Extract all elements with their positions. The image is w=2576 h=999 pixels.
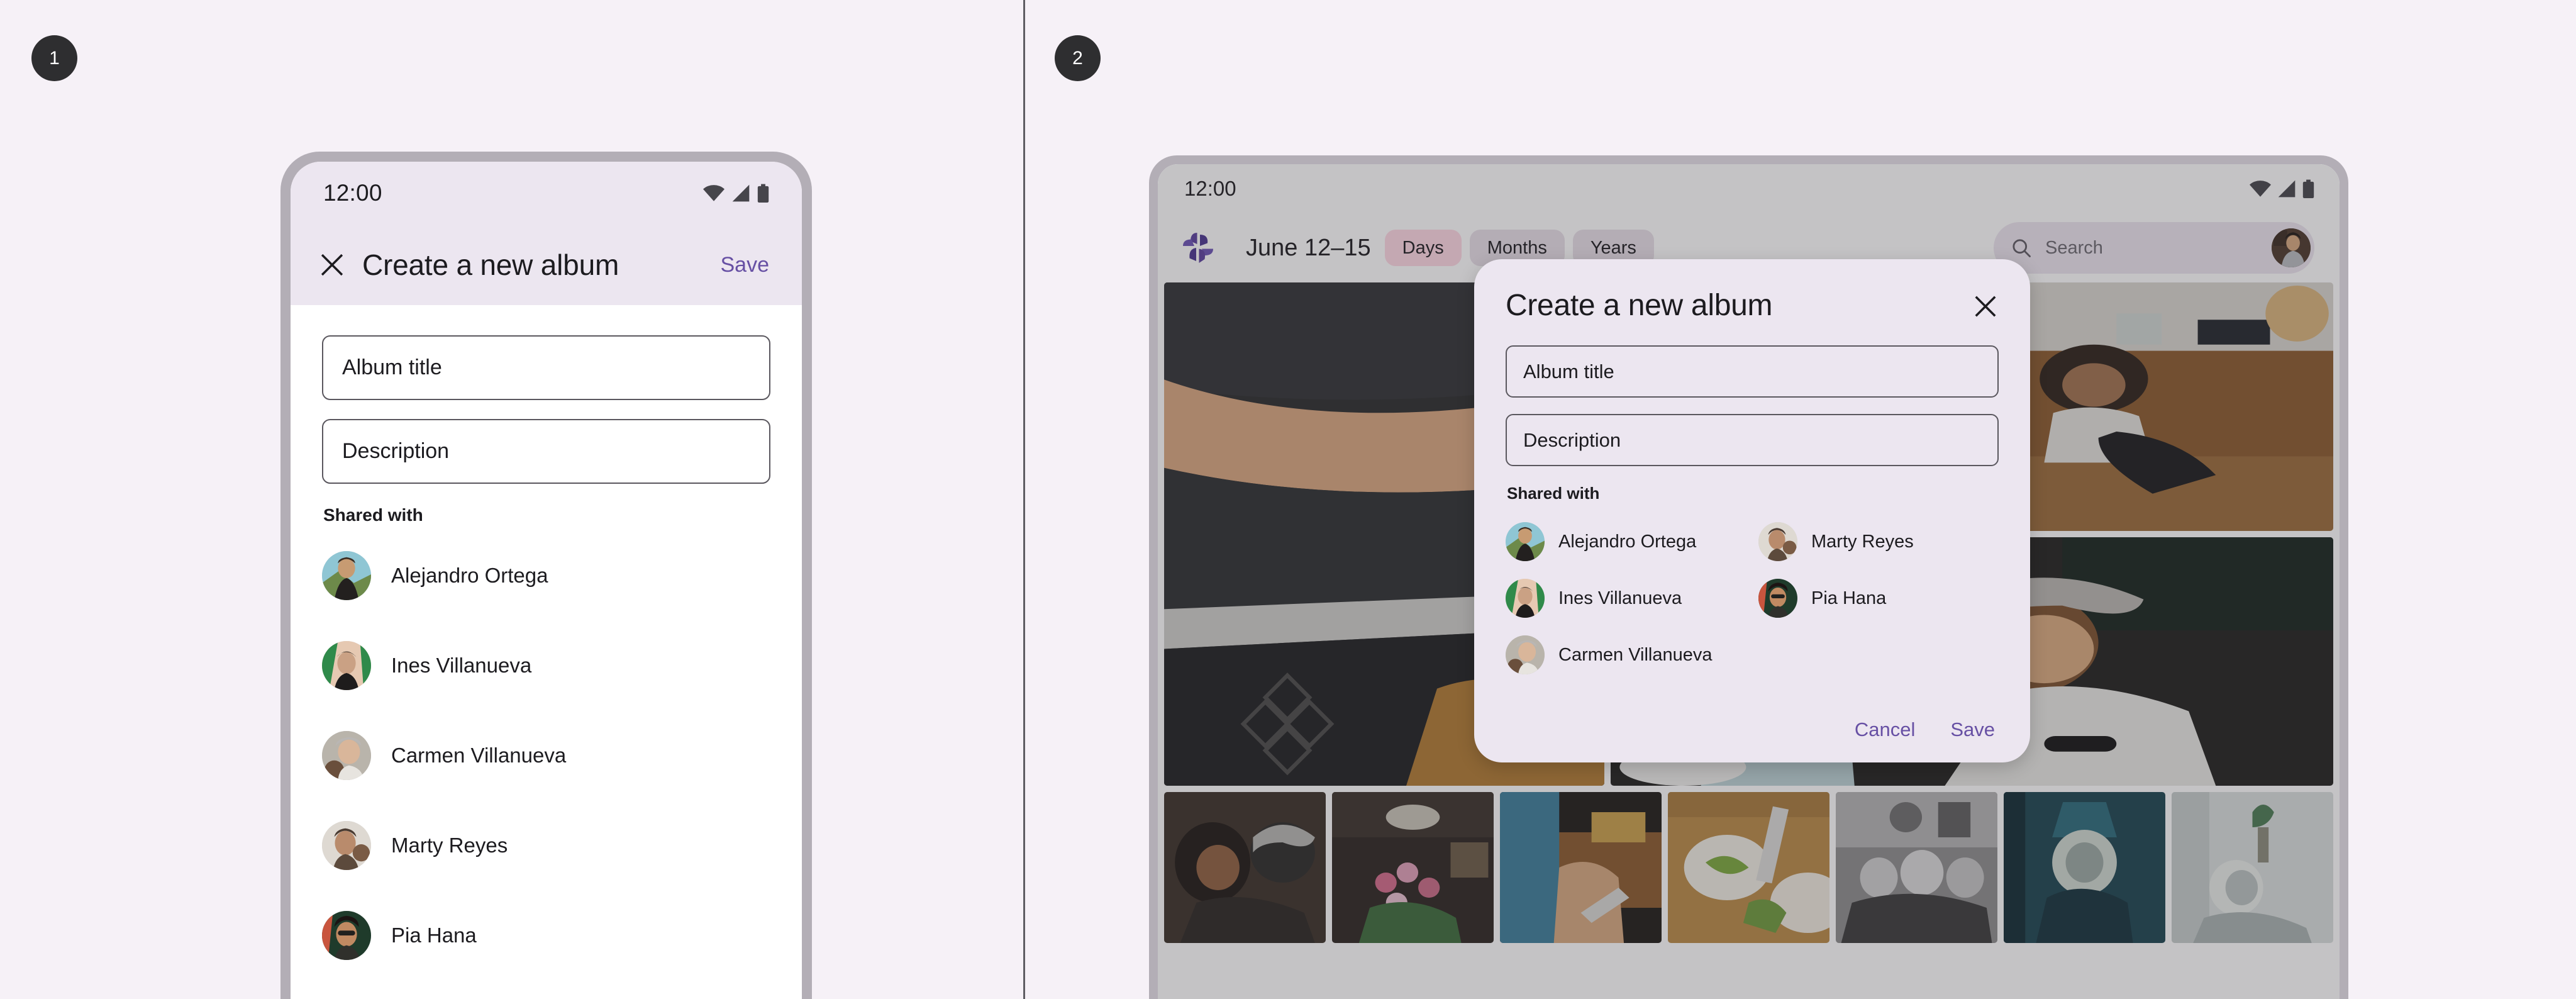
save-button[interactable]: Save (1950, 718, 1995, 741)
album-title-input[interactable]: Album title (322, 335, 770, 400)
phone-form-body: Album title Description Shared with Alej… (291, 305, 802, 999)
close-icon[interactable] (318, 251, 346, 279)
cancel-button[interactable]: Cancel (1855, 718, 1916, 741)
phone-screen: 12:00 Create a new album Save Album titl… (291, 162, 802, 999)
shared-with-contacts-grid: Alejandro Ortega Marty Reyes Ines Villan… (1506, 513, 1999, 683)
photo-thumbnail[interactable] (1500, 792, 1662, 943)
contact-name: Carmen Villanueva (391, 743, 567, 767)
contact-name: Ines Villanueva (391, 653, 532, 677)
battery-icon (2302, 179, 2314, 198)
shared-with-heading: Shared with (323, 505, 423, 525)
search-icon (2012, 239, 2031, 257)
save-button[interactable]: Save (721, 253, 775, 277)
contact-name: Pia Hana (391, 923, 477, 947)
avatar (1506, 635, 1545, 674)
list-item[interactable]: Carmen Villanueva (322, 710, 770, 800)
list-item[interactable]: Ines Villanueva (1506, 570, 1746, 627)
contact-name: Carmen Villanueva (1558, 644, 1713, 665)
photos-pinwheel-logo-icon[interactable] (1179, 229, 1217, 267)
signal-icon (2278, 180, 2296, 198)
list-item[interactable]: Alejandro Ortega (322, 530, 770, 620)
photo-thumbnail[interactable] (2004, 792, 2165, 943)
avatar (1758, 522, 1797, 561)
status-icons (2250, 179, 2314, 199)
description-placeholder: Description (342, 439, 450, 463)
contact-name: Marty Reyes (1811, 531, 1914, 552)
photo-grid-thumbnail-strip (1164, 792, 2333, 943)
step-badge-number: 2 (1072, 47, 1083, 69)
list-item[interactable]: Carmen Villanueva (1506, 627, 1746, 683)
list-item[interactable]: Alejandro Ortega (1506, 513, 1746, 570)
phone-status-bar: 12:00 (291, 162, 802, 225)
photo-thumbnail[interactable] (1332, 792, 1494, 943)
page-title: Create a new album (362, 248, 619, 281)
signal-icon (732, 184, 750, 202)
album-title-placeholder: Album title (1523, 360, 1614, 382)
avatar (1506, 522, 1545, 561)
photo-thumbnail[interactable] (2172, 792, 2333, 943)
date-range-label: June 12–15 (1246, 234, 1371, 261)
album-title-placeholder: Album title (342, 355, 442, 379)
status-time: 12:00 (1184, 177, 1236, 200)
chip-days[interactable]: Days (1384, 230, 1462, 266)
step-badge-1: 1 (31, 35, 77, 81)
tablet-status-bar: 12:00 (1158, 164, 2340, 213)
contact-name: Pia Hana (1811, 588, 1887, 608)
account-avatar[interactable] (2272, 228, 2311, 267)
list-item[interactable]: Marty Reyes (322, 800, 770, 890)
search-input[interactable]: Search (1994, 222, 2314, 274)
list-item[interactable]: Pia Hana (322, 890, 770, 980)
wifi-icon (703, 185, 724, 201)
avatar (322, 640, 371, 690)
step-badge-number: 1 (49, 47, 60, 69)
shared-with-heading: Shared with (1507, 484, 1600, 503)
contact-name: Alejandro Ortega (1558, 531, 1697, 552)
create-album-dialog: Create a new album Album title Descripti… (1474, 259, 2030, 762)
avatar (322, 820, 371, 870)
dialog-header: Create a new album (1506, 288, 1999, 323)
search-placeholder: Search (2045, 237, 2103, 258)
description-input[interactable]: Description (1506, 414, 1999, 466)
avatar (1506, 579, 1545, 618)
avatar (322, 730, 371, 780)
status-time: 12:00 (323, 180, 382, 206)
phone-device-frame: 12:00 Create a new album Save Album titl… (280, 152, 812, 999)
description-placeholder: Description (1523, 428, 1621, 451)
contact-name: Marty Reyes (391, 833, 508, 857)
phone-appbar-region: 12:00 Create a new album Save (291, 162, 802, 305)
avatar (322, 910, 371, 960)
close-icon[interactable] (1972, 293, 1999, 320)
step-badge-2: 2 (1055, 35, 1101, 81)
dialog-title: Create a new album (1506, 289, 1773, 322)
screenshot-stage: 1 2 12:00 Create a new album Save Album … (0, 0, 2576, 999)
album-title-input[interactable]: Album title (1506, 345, 1999, 398)
photo-thumbnail[interactable] (1836, 792, 1997, 943)
avatar (1758, 579, 1797, 618)
phone-app-bar: Create a new album Save (291, 225, 802, 305)
list-item[interactable]: Ines Villanueva (322, 620, 770, 710)
dialog-actions: Cancel Save (1506, 718, 1999, 741)
panel-divider (1023, 0, 1025, 999)
description-input[interactable]: Description (322, 419, 770, 484)
status-icons (703, 184, 769, 203)
list-item[interactable]: Pia Hana (1758, 570, 1999, 627)
avatar (322, 550, 371, 600)
contact-name: Alejandro Ortega (391, 563, 548, 587)
list-item[interactable]: Marty Reyes (1758, 513, 1999, 570)
contact-name: Ines Villanueva (1558, 588, 1682, 608)
battery-icon (757, 184, 769, 203)
wifi-icon (2250, 181, 2271, 197)
photo-thumbnail[interactable] (1164, 792, 1326, 943)
photo-thumbnail[interactable] (1668, 792, 1829, 943)
